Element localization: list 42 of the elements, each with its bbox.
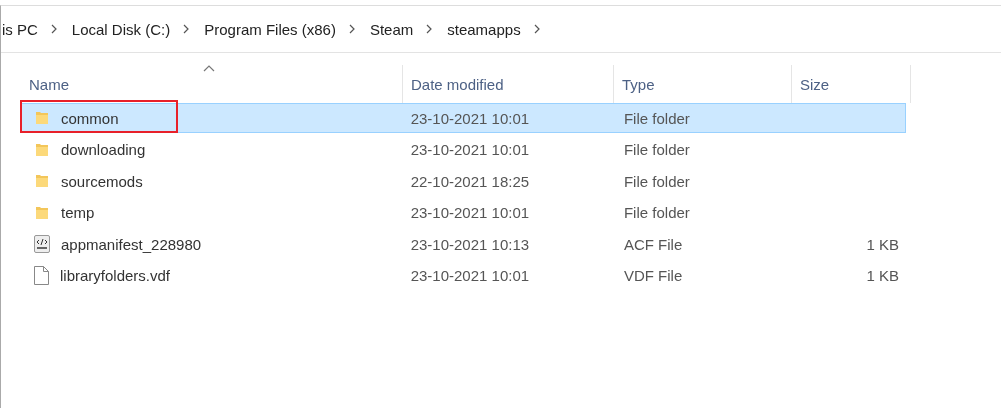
code-file-icon <box>34 235 50 254</box>
file-row[interactable]: libraryfolders.vdf 23-10-2021 10:01 VDF File 1 KB <box>21 260 906 291</box>
breadcrumb-item[interactable]: Local Disk (C:) <box>65 20 177 38</box>
date-modified: 23-10-2021 10:01 <box>410 141 530 159</box>
file-type: VDF File <box>623 267 683 285</box>
chevron-icon[interactable] <box>347 23 356 35</box>
breadcrumb-item[interactable]: is PC <box>1 20 44 38</box>
date-modified: 23-10-2021 10:01 <box>410 204 530 222</box>
breadcrumb-item[interactable]: steamapps <box>441 20 527 38</box>
file-name: downloading <box>61 141 146 159</box>
file-name: sourcemods <box>61 172 143 190</box>
file-type: File folder <box>623 204 690 222</box>
file-icon <box>34 266 49 286</box>
file-type: File folder <box>623 109 690 127</box>
file-type: File folder <box>623 141 690 159</box>
chevron-icon[interactable] <box>532 23 541 35</box>
file-name: common <box>61 109 119 127</box>
chevron-icon[interactable] <box>49 23 58 35</box>
file-row[interactable]: common 23-10-2021 10:01 File folder <box>21 103 906 133</box>
folder-icon <box>34 110 50 126</box>
file-row[interactable]: temp 23-10-2021 10:01 File folder <box>21 197 906 228</box>
file-name: temp <box>61 204 95 222</box>
chevron-icon[interactable] <box>425 23 434 35</box>
file-row[interactable]: appmanifest_228980 23-10-2021 10:13 ACF File 1 KB <box>21 229 906 260</box>
folder-icon <box>34 204 50 221</box>
date-modified: 23-10-2021 10:01 <box>410 109 530 127</box>
date-modified: 23-10-2021 10:01 <box>410 267 530 285</box>
date-modified: 23-10-2021 10:13 <box>410 235 530 253</box>
date-modified: 22-10-2021 18:25 <box>410 172 530 190</box>
file-name: appmanifest_228980 <box>61 235 202 253</box>
chevron-icon[interactable] <box>182 23 191 35</box>
folder-icon <box>34 141 50 158</box>
file-row[interactable]: downloading 23-10-2021 10:01 File folder <box>21 134 906 165</box>
file-row[interactable]: sourcemods 22-10-2021 18:25 File folder <box>21 166 906 197</box>
file-size: 1 KB <box>866 235 899 253</box>
file-name: libraryfolders.vdf <box>60 267 171 285</box>
file-type: File folder <box>623 172 690 190</box>
folder-icon <box>34 173 50 190</box>
file-type: ACF File <box>623 235 683 253</box>
breadcrumb-item[interactable]: Program Files (x86) <box>198 20 342 38</box>
breadcrumb-item[interactable]: Steam <box>363 20 420 38</box>
file-size: 1 KB <box>866 267 899 285</box>
